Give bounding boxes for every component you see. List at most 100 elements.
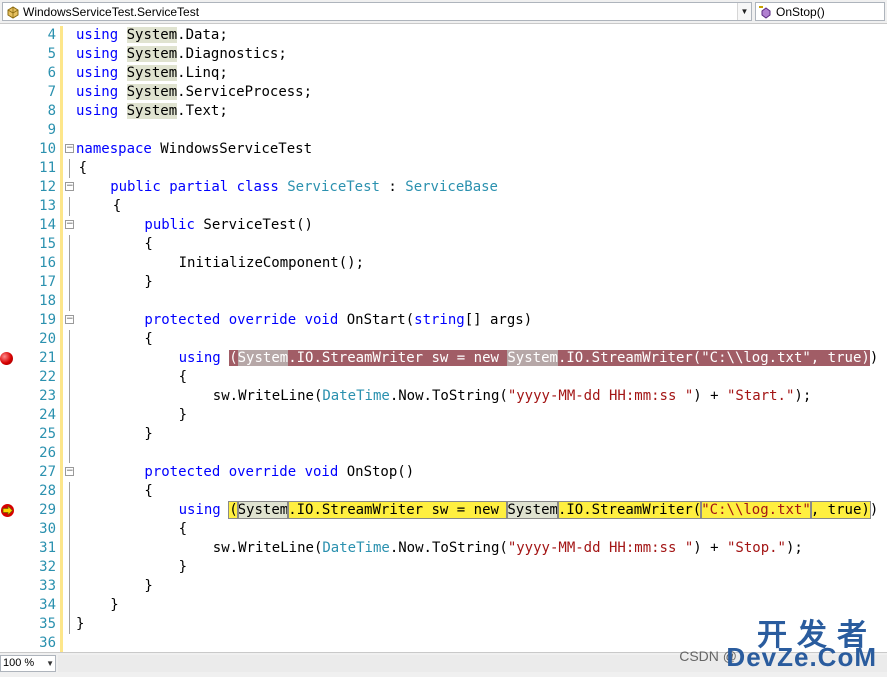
code-line[interactable]: 25} [0, 425, 887, 444]
member-dropdown[interactable]: OnStop() [755, 2, 885, 21]
code-token: DateTime [322, 540, 390, 556]
code-token: } [144, 274, 153, 290]
outline-guide [69, 615, 70, 634]
code-line[interactable]: 20 { [0, 330, 887, 349]
code-line[interactable]: 10− namespace WindowsServiceTest [0, 140, 887, 159]
code-line[interactable]: 26 [0, 444, 887, 463]
member-dropdown-value: OnStop() [776, 4, 825, 19]
code-line[interactable]: 11 { [0, 159, 887, 178]
code-text: using (System.IO.StreamWriter sw = new S… [179, 501, 878, 520]
code-line[interactable]: 9 [0, 121, 887, 140]
code-token: "yyyy-MM-dd HH:mm:ss " [507, 388, 694, 404]
change-indicator [60, 387, 63, 406]
collapse-icon[interactable]: − [65, 467, 74, 476]
code-line[interactable]: 30 { [0, 520, 887, 539]
code-line[interactable]: 6 using System.Linq; [0, 64, 887, 83]
code-text: } [144, 425, 152, 444]
class-dropdown[interactable]: WindowsServiceTest.ServiceTest ▼ [2, 2, 752, 21]
code-line[interactable]: 13 { [0, 197, 887, 216]
collapse-icon[interactable]: − [65, 182, 74, 191]
code-token: System [126, 27, 178, 43]
code-line[interactable]: 33} [0, 577, 887, 596]
code-line[interactable]: 24} [0, 406, 887, 425]
code-line[interactable]: 28 { [0, 482, 887, 501]
code-text: { [179, 368, 187, 387]
code-line[interactable]: 8 using System.Text; [0, 102, 887, 121]
zoom-dropdown[interactable]: 100 % ▼ [0, 655, 56, 672]
code-line[interactable]: 15 { [0, 235, 887, 254]
code-line[interactable]: 31 sw.WriteLine(DateTime.Now.ToString("yy… [0, 539, 887, 558]
code-text: using System.Diagnostics; [76, 45, 287, 64]
line-number: 15 [39, 236, 56, 252]
code-line[interactable]: 12− public partial class ServiceTest : Se… [0, 178, 887, 197]
line-number: 21 [39, 350, 56, 366]
line-number: 31 [39, 540, 56, 556]
code-token: protected [144, 464, 221, 480]
code-token: .IO.StreamWriter( [556, 501, 703, 519]
code-token: string [414, 312, 465, 328]
change-indicator [60, 273, 63, 292]
code-token: partial [169, 179, 229, 195]
code-text: protected override void OnStop() [144, 463, 414, 482]
code-token: using [76, 27, 119, 43]
code-line[interactable]: 18 [0, 292, 887, 311]
code-token: ( [228, 501, 239, 519]
change-indicator [60, 311, 63, 330]
code-line[interactable]: 27− protected override void OnStop() [0, 463, 887, 482]
code-line[interactable]: 16 InitializeComponent(); [0, 254, 887, 273]
code-token: "Start." [726, 388, 795, 404]
change-indicator [60, 254, 63, 273]
collapse-icon[interactable]: − [65, 144, 74, 153]
line-number: 35 [39, 616, 56, 632]
code-editor[interactable]: 4 using System.Data; 5 using System.Diagnos… [0, 24, 887, 653]
outline-guide [69, 387, 70, 406]
chevron-down-icon[interactable]: ▼ [737, 3, 751, 20]
code-line[interactable]: 17} [0, 273, 887, 292]
outline-guide [69, 577, 70, 596]
code-line[interactable]: 29 using (System.IO.StreamWriter sw = new… [0, 501, 887, 520]
code-line[interactable]: 5 using System.Diagnostics; [0, 45, 887, 64]
change-indicator [60, 216, 63, 235]
code-token: : [379, 179, 406, 195]
change-indicator [60, 235, 63, 254]
code-text: } [76, 615, 84, 634]
code-line[interactable]: 7 using System.ServiceProcess; [0, 83, 887, 102]
code-token: OnStop() [338, 464, 415, 480]
code-token: { [144, 331, 153, 347]
code-token: sw.WriteLine( [212, 388, 323, 404]
code-line[interactable]: 22 { [0, 368, 887, 387]
code-token: ) + [693, 540, 727, 556]
code-token: public [110, 179, 161, 195]
outline-guide [69, 425, 70, 444]
code-line[interactable]: 23 sw.WriteLine(DateTime.Now.ToString("yy… [0, 387, 887, 406]
outline-guide [69, 254, 70, 273]
breakpoint-icon[interactable] [0, 352, 13, 365]
code-text: { [144, 235, 152, 254]
change-indicator [60, 197, 63, 216]
code-token: "Stop." [726, 540, 786, 556]
code-line[interactable]: 32} [0, 558, 887, 577]
collapse-icon[interactable]: − [65, 315, 74, 324]
current-statement-arrow-icon[interactable] [0, 503, 15, 518]
code-token: { [112, 198, 122, 214]
line-number: 36 [39, 635, 56, 651]
code-line[interactable]: 14− public ServiceTest() [0, 216, 887, 235]
code-token: WindowsServiceTest [151, 141, 313, 157]
code-line[interactable]: 21 using (System.IO.StreamWriter sw = new… [0, 349, 887, 368]
collapse-icon[interactable]: − [65, 220, 74, 229]
code-text: } [179, 406, 187, 425]
outline-guide [69, 273, 70, 292]
chevron-down-icon[interactable]: ▼ [46, 656, 54, 671]
code-line[interactable]: 4 using System.Data; [0, 26, 887, 45]
line-number: 7 [47, 84, 56, 100]
code-token: { [144, 236, 153, 252]
line-number: 30 [39, 521, 56, 537]
code-line[interactable]: 19− protected override void OnStart(strin… [0, 311, 887, 330]
